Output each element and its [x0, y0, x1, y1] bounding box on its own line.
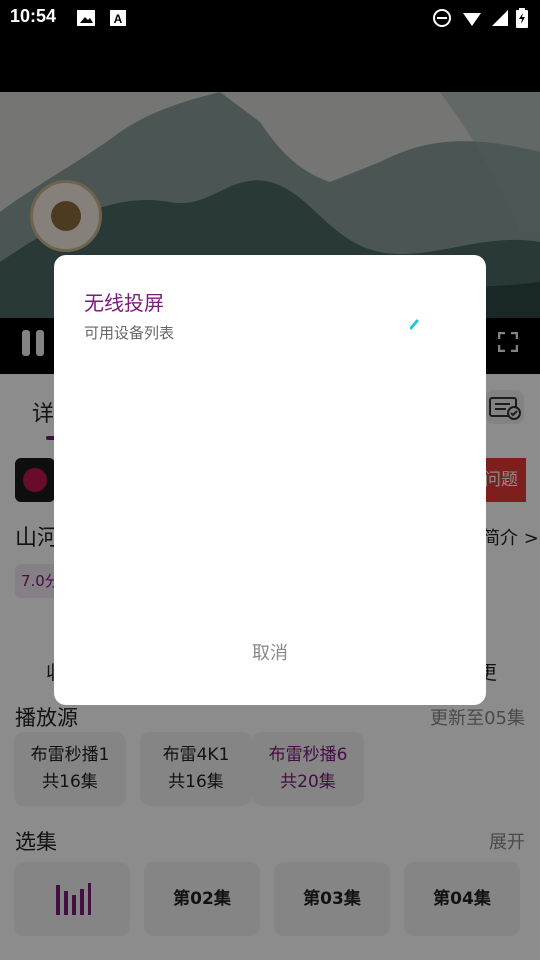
dialog-title: 无线投屏	[84, 291, 164, 315]
battery-icon	[516, 8, 530, 28]
svg-text:A: A	[114, 12, 123, 26]
cast-dialog: 无线投屏 可用设备列表 取消	[54, 255, 486, 705]
signal-icon	[490, 8, 510, 28]
cancel-button[interactable]: 取消	[54, 639, 486, 665]
text-a-icon: A	[108, 8, 128, 28]
dialog-subtitle: 可用设备列表	[84, 324, 175, 342]
status-time: 10:54	[10, 6, 57, 26]
do-not-disturb-icon	[432, 8, 452, 28]
loading-spinner-icon	[409, 315, 422, 334]
image-icon	[76, 8, 96, 28]
wifi-icon	[462, 8, 482, 28]
status-bar: 10:54 A	[0, 0, 540, 92]
